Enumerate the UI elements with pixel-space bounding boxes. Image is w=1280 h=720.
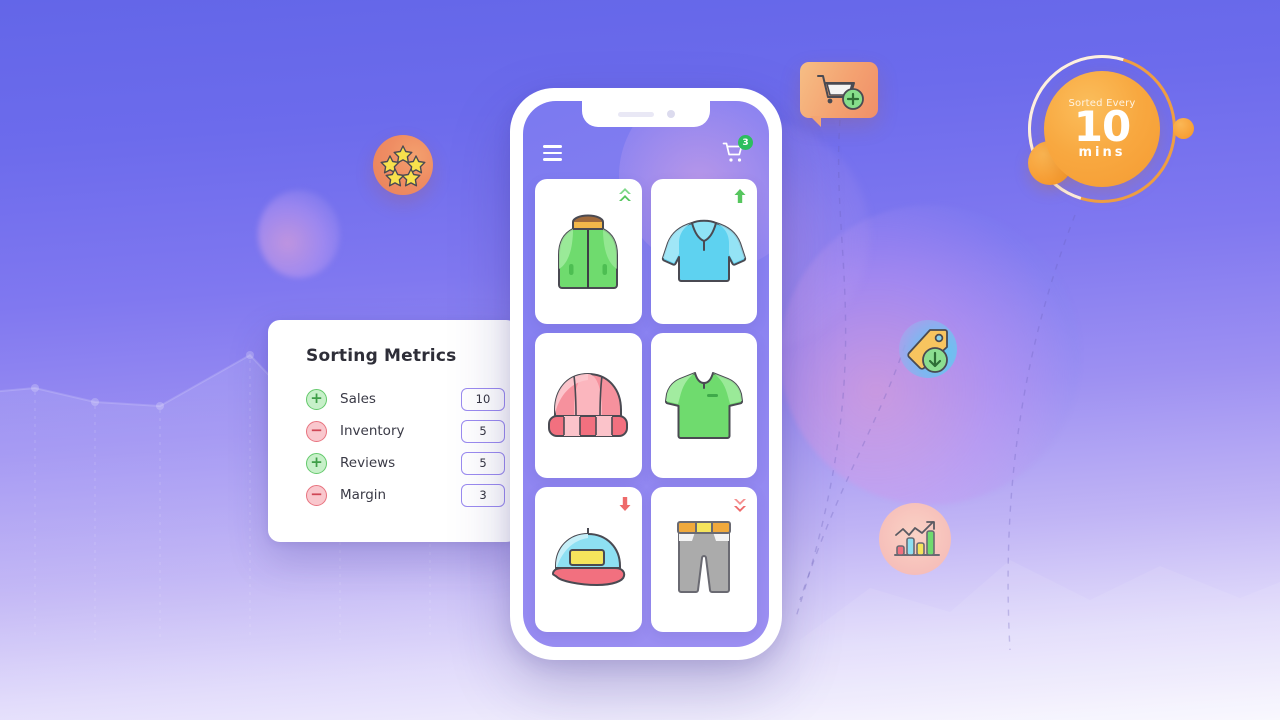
cart-count-badge: 3 <box>738 135 753 150</box>
cart-plus-icon <box>817 75 864 110</box>
green-tshirt-icon <box>664 371 743 439</box>
baseball-cap-icon <box>552 527 626 586</box>
blue-hoodie-icon <box>661 219 746 282</box>
product-card-hoodie[interactable] <box>650 179 757 324</box>
growth-chart-badge <box>879 503 951 575</box>
metric-label: Inventory <box>340 423 405 439</box>
phone-notch <box>582 101 710 127</box>
product-card-pants[interactable] <box>650 487 757 632</box>
metrics-card-title: Sorting Metrics <box>306 346 457 366</box>
trend-double-up-icon <box>618 188 631 201</box>
metric-row-margin[interactable]: − Margin 3 <box>306 479 518 511</box>
minus-circle-icon: − <box>306 420 327 442</box>
metric-label: Sales <box>340 391 376 407</box>
hamburger-menu-icon[interactable] <box>543 145 562 161</box>
price-drop-badge <box>899 320 957 378</box>
metric-value[interactable]: 5 <box>461 451 505 475</box>
canvas-stage: Sorting Metrics + Sales 10 − Inventory 5… <box>0 0 1280 720</box>
plus-circle-icon: + <box>306 388 327 410</box>
timer-dot-small <box>1173 118 1194 139</box>
add-to-cart-bubble <box>800 62 878 127</box>
phone-screen: 3 <box>523 101 769 647</box>
metric-value[interactable]: 5 <box>461 419 505 443</box>
sorted-every-timer-badge: Sorted Every 10 mins <box>1001 28 1203 230</box>
metric-label: Reviews <box>340 455 396 471</box>
five-stars-badge <box>373 135 433 195</box>
timer-core: Sorted Every 10 mins <box>1044 71 1160 187</box>
trend-single-down-icon <box>619 497 630 511</box>
phone-mockup: 3 <box>510 88 782 660</box>
timer-unit: mins <box>1078 145 1126 161</box>
metric-label: Margin <box>340 487 387 503</box>
product-grid <box>523 179 769 632</box>
metric-row-inventory[interactable]: − Inventory 5 <box>306 415 518 447</box>
metric-value[interactable]: 3 <box>461 483 505 507</box>
bar-chart-trend-icon <box>894 521 940 556</box>
pink-beanie-icon <box>548 372 629 437</box>
product-card-tshirt[interactable] <box>650 333 757 478</box>
metric-value[interactable]: 10 <box>461 387 505 411</box>
speaker-grill <box>617 111 654 117</box>
trend-double-down-icon <box>734 499 746 512</box>
app-topbar: 3 <box>523 127 769 179</box>
green-vest-icon <box>558 214 619 289</box>
product-card-beanie[interactable] <box>535 333 642 478</box>
product-card-vest[interactable] <box>535 179 642 324</box>
timer-number: 10 <box>1073 101 1131 151</box>
minus-circle-icon: − <box>306 484 327 506</box>
grey-pants-icon <box>676 520 731 593</box>
price-tag-down-icon <box>907 329 948 373</box>
sorting-metrics-card: Sorting Metrics + Sales 10 − Inventory 5… <box>268 320 518 542</box>
product-card-cap[interactable] <box>535 487 642 632</box>
metric-row-reviews[interactable]: + Reviews 5 <box>306 447 518 479</box>
shopping-cart-icon[interactable]: 3 <box>721 135 753 165</box>
trend-single-up-icon <box>734 189 746 203</box>
plus-circle-icon: + <box>306 452 327 474</box>
metric-row-sales[interactable]: + Sales 10 <box>306 383 518 415</box>
front-camera <box>666 110 675 118</box>
